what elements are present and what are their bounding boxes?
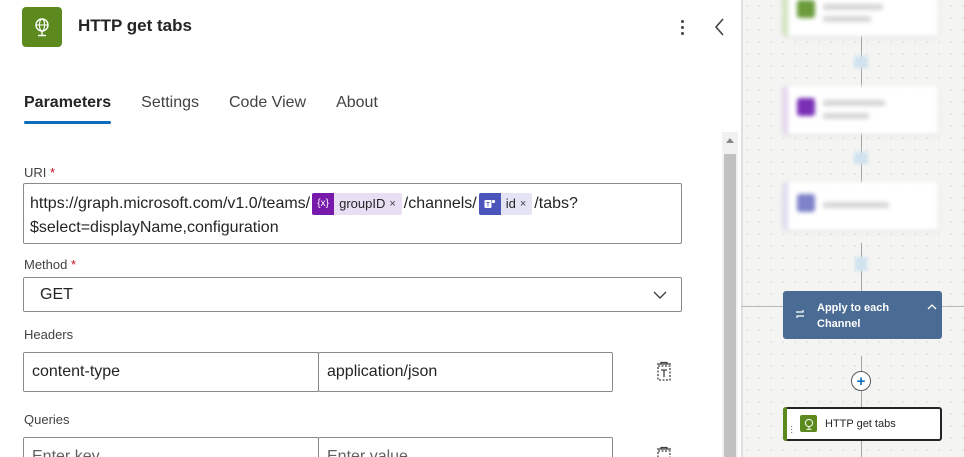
uri-label: URI *	[24, 165, 55, 180]
more-options-icon[interactable]	[672, 14, 692, 40]
plus-icon: +	[856, 372, 866, 390]
connector-dot	[854, 56, 868, 68]
chevron-up-icon[interactable]	[927, 299, 937, 310]
tab-about[interactable]: About	[336, 94, 378, 124]
chevron-down-icon	[653, 288, 667, 302]
queries-label: Queries	[24, 412, 70, 427]
query-key-input[interactable]: Enter key	[23, 437, 319, 457]
headers-label: Headers	[24, 327, 74, 342]
globe-icon	[22, 7, 62, 47]
scroll-up-arrow-icon[interactable]	[726, 138, 734, 143]
drag-handle-icon[interactable]: · · ·	[790, 422, 793, 438]
uri-label-text: URI	[24, 165, 47, 180]
panel-scrollbar[interactable]	[722, 132, 738, 457]
method-label-text: Method	[24, 257, 68, 272]
delete-row-icon[interactable]	[654, 446, 674, 457]
designer-canvas[interactable]: Apply to each Channel + · · · HTTP get tab…	[741, 0, 964, 457]
method-label: Method *	[24, 257, 76, 272]
http-get-tabs-card[interactable]: · · · HTTP get tabs	[783, 407, 942, 441]
connector-dot	[855, 257, 867, 271]
uri-text-part: $select=displayName,configuration	[30, 219, 279, 237]
connector-line	[861, 391, 862, 407]
flow-step-card[interactable]	[783, 182, 938, 230]
query-value-input[interactable]: Enter value	[318, 437, 613, 457]
token-id[interactable]: Tid ×	[478, 192, 533, 216]
loop-icon	[794, 308, 806, 323]
token-label: id	[505, 196, 516, 211]
token-remove-icon[interactable]: ×	[389, 192, 401, 216]
chevron-left-icon[interactable]	[710, 14, 730, 40]
tab-bar: Parameters Settings Code View About	[24, 94, 408, 124]
connector-line	[861, 356, 862, 371]
card-accent-stripe	[783, 407, 787, 441]
uri-input[interactable]: https://graph.microsoft.com/v1.0/teams/{…	[23, 183, 682, 244]
delete-row-icon[interactable]	[654, 361, 674, 383]
required-mark: *	[50, 165, 56, 180]
method-value: GET	[40, 286, 73, 303]
token-remove-icon[interactable]: ×	[520, 192, 532, 216]
add-step-button[interactable]: +	[851, 371, 871, 391]
uri-text-part: /tabs?	[534, 195, 578, 212]
header-value-input[interactable]: application/json	[318, 352, 613, 392]
action-details-panel: HTTP get tabs Parameters Settings Code V…	[0, 0, 741, 457]
tab-parameters[interactable]: Parameters	[24, 94, 112, 124]
uri-text-part: /channels/	[403, 195, 477, 212]
tab-code-view[interactable]: Code View	[229, 94, 306, 124]
method-select[interactable]: GET	[23, 277, 682, 312]
apply-to-each-card[interactable]: Apply to each Channel	[783, 291, 942, 339]
http-card-title: HTTP get tabs	[825, 418, 896, 430]
app-root: HTTP get tabs Parameters Settings Code V…	[0, 0, 964, 457]
flow-step-card[interactable]	[783, 86, 938, 134]
flow-step-card[interactable]	[783, 0, 938, 36]
token-label: groupID	[339, 196, 386, 211]
connector-line	[861, 441, 862, 457]
header-key-input[interactable]: content-type	[23, 352, 319, 392]
scroll-thumb[interactable]	[724, 154, 736, 457]
panel-divider	[741, 0, 743, 457]
globe-icon	[800, 415, 817, 432]
apply-card-title: Apply to each Channel	[817, 302, 890, 330]
connector-dot	[854, 152, 868, 164]
tab-settings[interactable]: Settings	[141, 94, 199, 124]
teams-icon: T	[478, 193, 501, 215]
variable-icon: {x}	[312, 193, 335, 215]
action-title: HTTP get tabs	[78, 16, 192, 35]
uri-text-part: https://graph.microsoft.com/v1.0/teams/	[30, 195, 311, 212]
svg-text:T: T	[486, 203, 490, 209]
token-groupid[interactable]: {x} groupID ×	[312, 193, 402, 215]
required-mark: *	[71, 257, 77, 272]
